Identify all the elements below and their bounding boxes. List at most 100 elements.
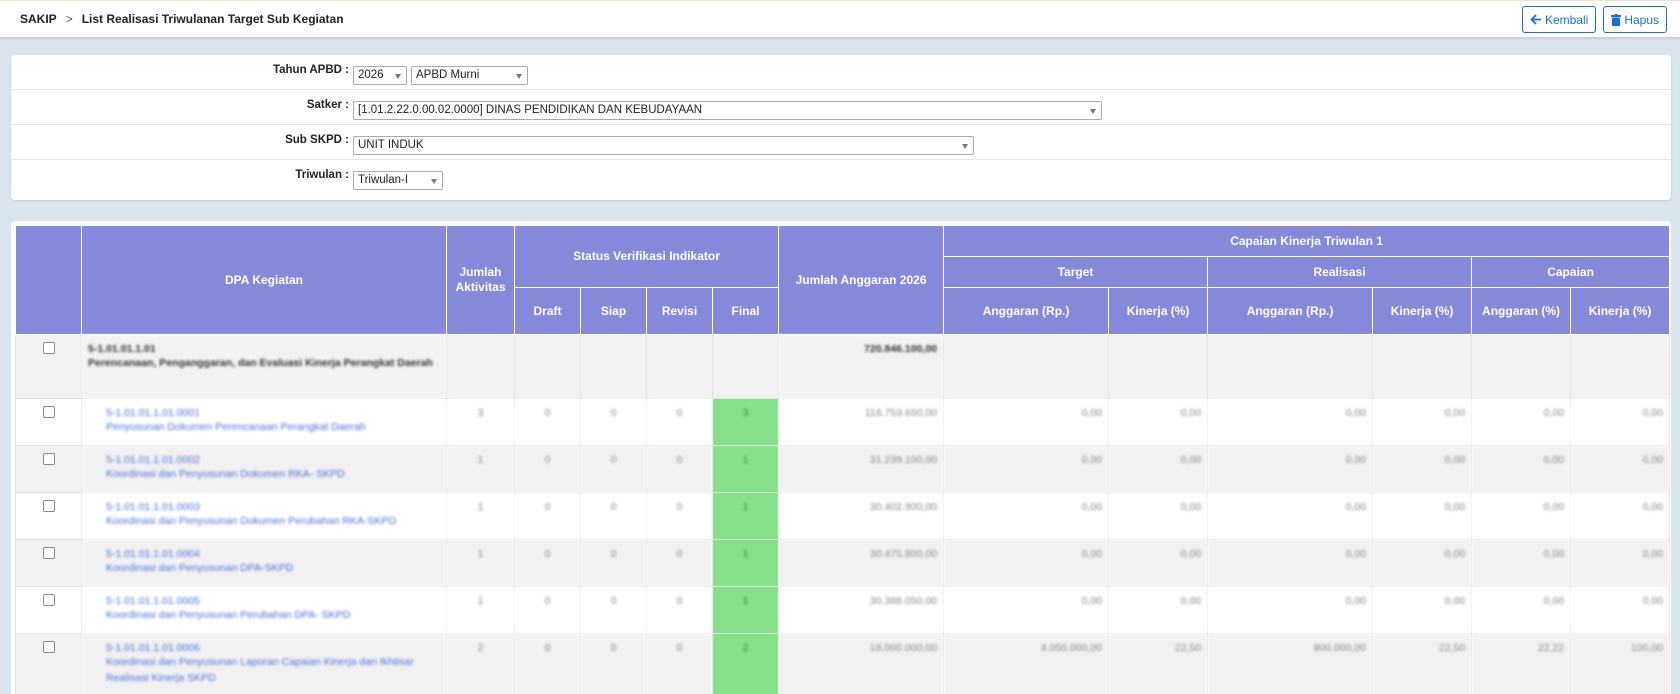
row-name-link[interactable]: Koordinasi dan Penyusunan Laporan Capaia… [106,654,440,686]
row-name-link[interactable]: Penyusunan Dokumen Perencanaan Perangkat… [106,419,440,435]
row-aktivitas: 1 [446,492,515,540]
row-aktivitas: 2 [446,633,515,694]
delete-button-label: Hapus [1624,12,1659,27]
row-realisasi-kinerja: 0,00 [1372,586,1473,634]
row-realisasi-anggaran: 0,00 [1207,445,1374,493]
row-draft: 0 [514,539,581,587]
delete-button[interactable]: Hapus [1603,6,1667,33]
satker-label: Satker : [306,99,349,111]
row-realisasi-anggaran: 900.000,00 [1207,633,1374,694]
table-row: 5-1.01.01.1.01.0005 Koordinasi dan Penyus… [15,586,1671,634]
header-target: Target [943,256,1209,288]
row-checkbox[interactable] [42,547,55,559]
row-draft: 0 [514,492,581,540]
row-code-link[interactable]: 5-1.01.01.1.01.0003 [106,501,440,513]
row-realisasi-kinerja: 0,00 [1372,539,1473,587]
row-target-kinerja: 0,00 [1108,539,1209,587]
arrow-left-icon [1530,14,1541,25]
select-all-header [15,225,82,335]
row-target-anggaran: 0,00 [943,539,1110,587]
back-button-label: Kembali [1544,12,1589,27]
row-aktivitas: 1 [446,539,515,587]
row-checkbox[interactable] [42,342,55,354]
top-bar: SAKIP > List Realisasi Triwulanan Target… [0,0,1680,37]
header-jumlah-aktivitas: Jumlah Aktivitas [446,225,515,335]
row-checkbox[interactable] [42,641,55,653]
row-anggaran: 30.475.800,00 [778,539,945,587]
triwulan-select[interactable]: Triwulan-I [353,171,443,190]
row-revisi: 0 [646,539,713,587]
row-checkbox[interactable] [42,406,55,418]
row-target-anggaran: 0,00 [943,586,1110,634]
row-revisi: 0 [646,586,713,634]
row-realisasi-anggaran: 0,00 [1207,539,1374,587]
row-checkbox[interactable] [42,594,55,606]
header-draft: Draft [514,287,581,335]
row-capaian-kinerja: 100,00 [1570,633,1671,694]
table-row: 5-1.01.01.1.01.0002 Koordinasi dan Penyus… [15,445,1671,493]
row-target-kinerja: 0,00 [1108,492,1209,540]
satker-select[interactable]: [1.01.2.22.0.00.02.0000] DINAS PENDIDIKA… [353,101,1102,120]
row-target-kinerja: 0,00 [1108,586,1209,634]
top-actions: Kembali Hapus [1521,6,1667,33]
row-final: 3 [711,398,780,446]
header-capaian: Capaian [1471,256,1671,288]
row-name-link[interactable]: Koordinasi dan Penyusunan Dokumen Peruba… [106,513,440,529]
row-siap: 0 [580,539,647,587]
row-code-link[interactable]: 5-1.01.01.1.01.0004 [106,548,440,560]
row-name-link[interactable]: Koordinasi dan Penyusunan Perubahan DPA-… [106,607,440,623]
table-row: 5-1.01.01.1.01.0004 Koordinasi dan Penyus… [15,539,1671,587]
subskpd-label: Sub SKPD : [285,134,349,146]
row-name-link[interactable]: Koordinasi dan Penyusunan Dokumen RKA- S… [106,466,440,482]
tahun-select[interactable]: 2026 [353,66,407,85]
row-checkbox[interactable] [42,500,55,512]
parent-code: 5-1.01.01.1.01 [88,343,156,355]
row-anggaran: 30.402.900,00 [778,492,945,540]
header-jumlah-anggaran: Jumlah Anggaran 2026 [778,225,945,335]
back-button[interactable]: Kembali [1521,6,1597,33]
header-status-verifikasi: Status Verifikasi Indikator [513,225,780,288]
header-realisasi: Realisasi [1207,256,1473,288]
header-dpa-kegiatan: DPA Kegiatan [81,225,447,335]
breadcrumb-root[interactable]: SAKIP [20,12,57,26]
header-target-kinerja: Kinerja (%) [1108,287,1209,335]
row-final: 1 [711,586,780,634]
header-capaian-kinerja-pct: Kinerja (%) [1570,287,1671,335]
table-row: 5-1.01.01.1.01.0006 Koordinasi dan Penyus… [15,633,1671,694]
table-row: 5-1.01.01.1.01.0003 Koordinasi dan Penyus… [15,492,1671,540]
row-siap: 0 [580,445,647,493]
row-siap: 0 [580,492,647,540]
row-siap: 0 [580,398,647,446]
row-code-link[interactable]: 5-1.01.01.1.01.0006 [106,642,440,654]
row-realisasi-kinerja: 22,50 [1372,633,1473,694]
row-anggaran: 31.239.100,00 [778,445,945,493]
header-realisasi-kinerja: Kinerja (%) [1372,287,1473,335]
row-code-link[interactable]: 5-1.01.01.1.01.0001 [106,407,440,419]
triwulan-label: Triwulan : [295,169,349,181]
row-checkbox[interactable] [42,453,55,465]
row-target-anggaran: 0,00 [943,492,1110,540]
trash-icon [1611,13,1622,26]
header-revisi: Revisi [646,287,713,335]
subskpd-select[interactable]: UNIT INDUK [353,136,974,155]
row-revisi: 0 [646,492,713,540]
row-aktivitas: 1 [446,586,515,634]
row-draft: 0 [514,633,581,694]
page-title: List Realisasi Triwulanan Target Sub Keg… [81,12,344,26]
row-code-link[interactable]: 5-1.01.01.1.01.0005 [106,595,440,607]
apbd-select[interactable]: APBD Murni [411,66,528,85]
row-realisasi-anggaran: 0,00 [1207,586,1374,634]
row-aktivitas: 3 [446,398,515,446]
row-capaian-anggaran: 0,00 [1471,492,1572,540]
table-row: 5-1.01.01.1.01.0001 Penyusunan Dokumen Pe… [15,398,1671,446]
row-code-link[interactable]: 5-1.01.01.1.01.0002 [106,454,440,466]
row-capaian-kinerja: 0,00 [1570,398,1671,446]
filter-row-tahun: Tahun APBD : 2026 APBD Murni [11,55,1671,90]
row-final: 1 [711,445,780,493]
header-capaian-anggaran: Anggaran (%) [1471,287,1572,335]
row-capaian-kinerja: 0,00 [1570,539,1671,587]
table-panel: DPA Kegiatan Jumlah Aktivitas Status Ver… [11,221,1671,694]
filter-row-triwulan: Triwulan : Triwulan-I [11,160,1671,195]
row-revisi: 0 [646,445,713,493]
row-name-link[interactable]: Koordinasi dan Penyusunan DPA-SKPD [106,560,440,576]
